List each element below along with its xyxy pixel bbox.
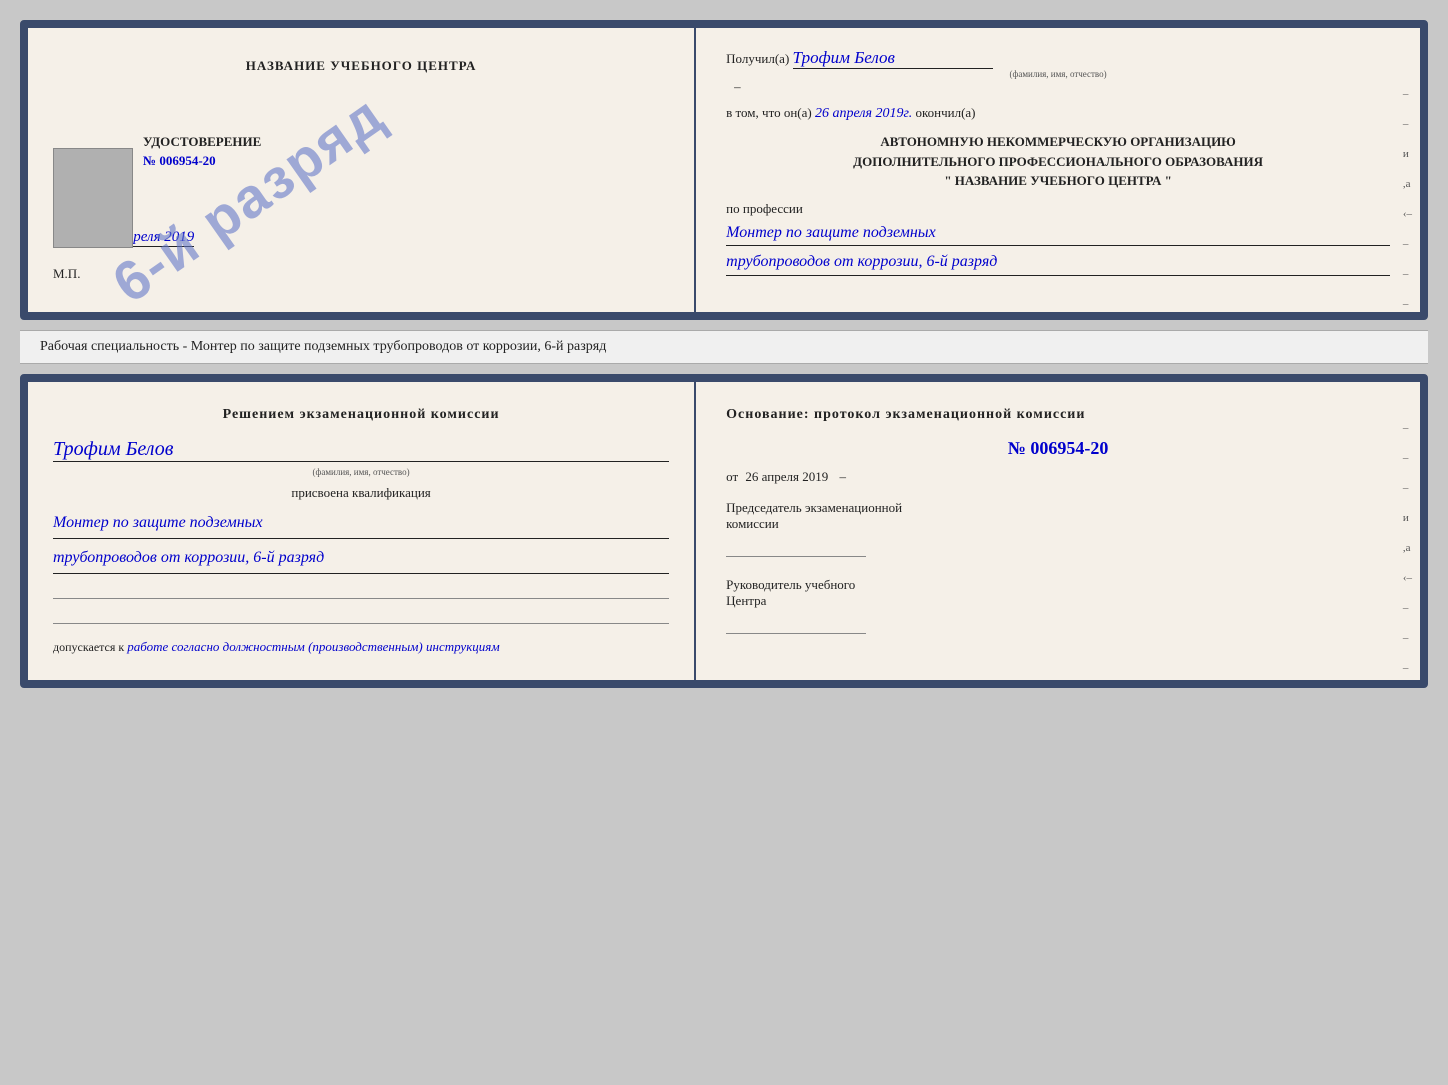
org-line3: " НАЗВАНИЕ УЧЕБНОГО ЦЕНТРА ": [726, 171, 1390, 191]
mark2-6: ‹–: [1403, 572, 1412, 584]
mark6: –: [1403, 238, 1412, 250]
po-professii: по профессии: [726, 201, 1390, 217]
profession-line1: Монтер по защите подземных: [726, 220, 1390, 247]
mark4: ,а: [1403, 178, 1412, 190]
poluchil-label: Получил(а): [726, 51, 789, 66]
rukovoditel-line2: Центра: [726, 593, 1390, 609]
photo-placeholder: [53, 148, 133, 248]
dopuskaetsya-prefix: допускается к: [53, 640, 124, 654]
resheniem-block: Решением экзаменационной комиссии: [53, 407, 669, 423]
right-margin-marks2: – – – и ,а ‹– – – – – –: [1403, 422, 1412, 688]
mark2-1: –: [1403, 422, 1412, 434]
okончил-label: окончил(а): [915, 105, 975, 120]
name-hint: (фамилия, имя, отчество): [726, 69, 1390, 79]
cert-number: № 006954-20: [143, 153, 669, 169]
predsedatel-line1: Председатель экзаменационной: [726, 500, 1390, 516]
dopuskaetsya-block: допускается к работе согласно должностны…: [53, 639, 669, 655]
mark7: –: [1403, 268, 1412, 280]
proto-prefix: №: [1008, 438, 1026, 458]
mark2-7: –: [1403, 602, 1412, 614]
name2-wrapper: Трофим Белов (фамилия, имя, отчество): [53, 438, 669, 477]
ot-date-value: 26 апреля 2019: [745, 469, 828, 484]
name2-handwritten: Трофим Белов: [53, 438, 669, 462]
certificate-doc-1: НАЗВАНИЕ УЧЕБНОГО ЦЕНТРА 6-й разряд УДОС…: [20, 20, 1428, 320]
org-block: АВТОНОМНУЮ НЕКОММЕРЧЕСКУЮ ОРГАНИЗАЦИЮ ДО…: [726, 132, 1390, 191]
prisvoena-line: присвоена квалификация: [53, 485, 669, 501]
osnovanie-block: Основание: протокол экзаменационной коми…: [726, 407, 1390, 423]
udostoverenie-label: УДОСТОВЕРЕНИЕ: [143, 134, 669, 150]
mark2-3: –: [1403, 482, 1412, 494]
poluchil-line: Получил(а) Трофим Белов (фамилия, имя, о…: [726, 48, 1390, 95]
proto-number: № 006954-20: [726, 438, 1390, 459]
mark3: и: [1403, 148, 1412, 160]
mark2-4: и: [1403, 512, 1412, 524]
mark2-9: –: [1403, 662, 1412, 674]
profession-line2: трубопроводов от коррозии, 6-й разряд: [726, 249, 1390, 276]
cert1-left: НАЗВАНИЕ УЧЕБНОГО ЦЕНТРА 6-й разряд УДОС…: [28, 28, 696, 312]
profession2-line1: Монтер по защите подземных: [53, 509, 669, 539]
predsedatel-line2: комиссии: [726, 516, 1390, 532]
dash1: –: [734, 79, 741, 94]
mark2: –: [1403, 118, 1412, 130]
vtom-date: 26 апреля 2019г.: [815, 106, 912, 121]
mark2-2: –: [1403, 452, 1412, 464]
mark8: –: [1403, 298, 1412, 310]
mark2-8: –: [1403, 632, 1412, 644]
vtom-line: в том, что он(а) 26 апреля 2019г. окончи…: [726, 105, 1390, 122]
vtom-label: в том, что он(а): [726, 105, 812, 120]
cert-number-value: 006954-20: [159, 153, 215, 168]
vydano-block: Выдано 26 апреля 2019: [53, 229, 669, 246]
org-line2: ДОПОЛНИТЕЛЬНОГО ПРОФЕССИОНАЛЬНОГО ОБРАЗО…: [726, 152, 1390, 172]
ot-date: от 26 апреля 2019 –: [726, 469, 1390, 485]
cert2-right: Основание: протокол экзаменационной коми…: [696, 382, 1420, 680]
cert2-left: Решением экзаменационной комиссии Трофим…: [28, 382, 696, 680]
rukovoditel-line1: Руководитель учебного: [726, 577, 1390, 593]
right-margin-marks: – – и ,а ‹– – – –: [1403, 88, 1412, 310]
proto-value: 006954-20: [1030, 438, 1108, 458]
cert1-right: Получил(а) Трофим Белов (фамилия, имя, о…: [696, 28, 1420, 312]
recipient-name: Трофим Белов: [793, 48, 895, 67]
dash-right: –: [839, 469, 846, 484]
certificate-doc-2: Решением экзаменационной комиссии Трофим…: [20, 374, 1428, 688]
poluchil-name: Трофим Белов: [793, 48, 993, 69]
dopuskaetsya-text: работе согласно должностным (производств…: [127, 639, 499, 654]
mark5: ‹–: [1403, 208, 1412, 220]
udostoverenie-block: УДОСТОВЕРЕНИЕ № 006954-20: [143, 134, 669, 169]
blank-line2: [53, 604, 669, 624]
mark2-5: ,а: [1403, 542, 1412, 554]
mp-block: М.П.: [53, 266, 669, 282]
predsedatel-signature: [726, 537, 866, 557]
predsedatel-block: Председатель экзаменационной комиссии: [726, 500, 1390, 557]
mark1: –: [1403, 88, 1412, 100]
org-line1: АВТОНОМНУЮ НЕКОММЕРЧЕСКУЮ ОРГАНИЗАЦИЮ: [726, 132, 1390, 152]
name2-hint: (фамилия, имя, отчество): [53, 467, 669, 477]
blank-line1: [53, 579, 669, 599]
profession2-line2: трубопроводов от коррозии, 6-й разряд: [53, 544, 669, 574]
rukovoditel-block: Руководитель учебного Центра: [726, 577, 1390, 634]
page-wrapper: НАЗВАНИЕ УЧЕБНОГО ЦЕНТРА 6-й разряд УДОС…: [20, 20, 1428, 688]
number-prefix: №: [143, 153, 156, 168]
cert1-title: НАЗВАНИЕ УЧЕБНОГО ЦЕНТРА: [53, 58, 669, 74]
rukovoditel-signature: [726, 614, 866, 634]
middle-text: Рабочая специальность - Монтер по защите…: [20, 330, 1428, 364]
ot-prefix: от: [726, 469, 738, 484]
